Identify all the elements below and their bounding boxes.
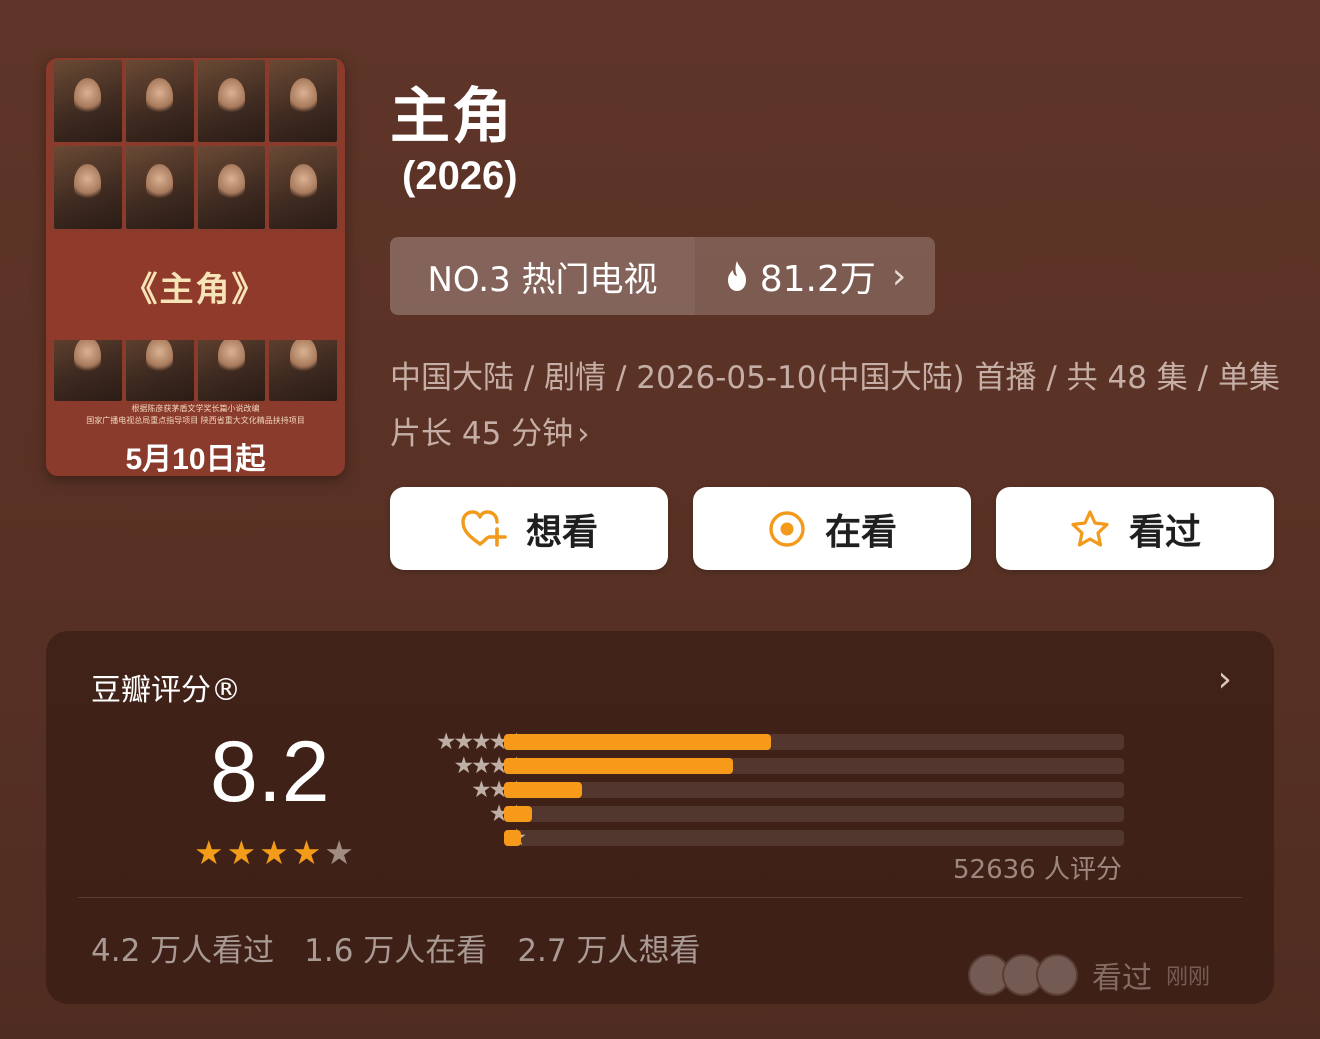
- rating-card-title: 豆瓣评分®: [91, 673, 241, 708]
- distribution-bar-track: [504, 830, 1124, 846]
- chevron-right-icon: ›: [577, 416, 590, 452]
- target-circle-icon: [767, 509, 807, 549]
- distribution-bar-track: [504, 758, 1124, 774]
- friend-activity[interactable]: 看过 刚刚: [968, 953, 1210, 997]
- rating-distribution-row: ★★: [384, 803, 1164, 827]
- rank-badge[interactable]: NO.3 热门电视 81.2万 ›: [390, 237, 935, 315]
- star-filled-icon: ★: [194, 833, 224, 872]
- star-filled-icon: ★: [259, 833, 289, 872]
- distribution-bar-fill: [504, 758, 734, 774]
- show-year: (2026): [402, 154, 518, 198]
- cast-photo: [54, 146, 122, 229]
- watched-button[interactable]: 看过: [996, 487, 1274, 570]
- want-to-watch-label: 想看: [525, 511, 598, 553]
- rating-distribution: ★★★★★★★★★★★★★★★: [384, 731, 1164, 851]
- heat-value: 81.2万: [759, 259, 876, 300]
- meta-text: 中国大陆 / 剧情 / 2026-05-10(中国大陆) 首播 / 共 48 集…: [390, 360, 1280, 452]
- rating-stars: ★ ★ ★ ★ ★: [194, 836, 354, 869]
- cast-photo: [269, 146, 337, 229]
- action-buttons: 想看 在看 看过: [390, 487, 1274, 570]
- rating-distribution-row: ★★★: [384, 779, 1164, 803]
- fire-icon: [724, 260, 750, 292]
- cast-photo: [197, 60, 266, 143]
- distribution-bar-fill: [504, 830, 522, 846]
- rating-score: 8.2: [210, 724, 330, 820]
- distribution-bar-fill: [504, 734, 771, 750]
- rating-distribution-row: ★: [384, 827, 1164, 851]
- heat-value-group[interactable]: 81.2万 ›: [695, 237, 935, 315]
- audience-stats: 4.2 万人看过 1.6 万人在看 2.7 万人想看: [91, 925, 700, 970]
- cast-photo: [54, 60, 122, 143]
- rating-distribution-row: ★★★★: [384, 755, 1164, 779]
- show-title: 主角: [390, 82, 514, 152]
- stat-watching: 1.6 万人在看: [304, 933, 488, 969]
- star-filled-icon: ★: [226, 833, 257, 872]
- distribution-bar-track: [504, 782, 1124, 798]
- watched-label: 看过: [1128, 511, 1201, 553]
- douban-rating-card[interactable]: 豆瓣评分® › 8.2 ★★★★★ ★★★★★★★★★★★★★★★ 52636 …: [46, 631, 1274, 1004]
- rank-label: NO.3 热门电视: [390, 237, 695, 315]
- rating-distribution-row: ★★★★★: [384, 731, 1164, 755]
- poster-credits-line: 根据陈彦获茅盾文学奖长篇小说改编: [131, 404, 260, 413]
- watching-label: 在看: [824, 511, 897, 553]
- avatar-group: [968, 954, 1078, 996]
- poster-title-band: 《主角》: [46, 232, 345, 340]
- activity-time: 刚刚: [1166, 965, 1211, 990]
- stat-watched: 4.2 万人看过: [91, 933, 275, 969]
- poster-cast-grid: [54, 58, 337, 401]
- star-empty-icon: ★: [324, 833, 354, 872]
- poster-image[interactable]: 《主角》 根据陈彦获茅盾文学奖长篇小说改编 国家广播电视总局重点指导项目 陕西省…: [46, 58, 345, 476]
- poster-title: 《主角》: [123, 269, 268, 310]
- divider: [78, 897, 1242, 898]
- cast-photo: [125, 60, 194, 143]
- stat-want: 2.7 万人想看: [517, 933, 701, 969]
- distribution-bar-fill: [504, 782, 582, 798]
- cast-photo: [269, 60, 337, 143]
- activity-label: 看过: [1092, 961, 1152, 996]
- distribution-bar-track: [504, 734, 1124, 750]
- poster-date: 5月10日起: [125, 443, 266, 476]
- distribution-bar-fill: [504, 806, 532, 822]
- cast-photo: [197, 146, 266, 229]
- heart-plus-icon: [460, 509, 508, 549]
- chevron-right-icon[interactable]: ›: [1218, 659, 1232, 700]
- star-outline-icon: [1069, 509, 1111, 549]
- poster-credits: 根据陈彦获茅盾文学奖长篇小说改编 国家广播电视总局重点指导项目 陕西省重大文化精…: [46, 403, 345, 427]
- poster-credits-line: 国家广播电视总局重点指导项目 陕西省重大文化精品扶持项目: [86, 416, 305, 425]
- distribution-bar-track: [504, 806, 1124, 822]
- watching-button[interactable]: 在看: [693, 487, 971, 570]
- show-meta-info[interactable]: 中国大陆 / 剧情 / 2026-05-10(中国大陆) 首播 / 共 48 集…: [390, 350, 1280, 462]
- rating-count: 52636 人评分: [953, 855, 1122, 885]
- chevron-right-icon: ›: [891, 255, 907, 297]
- star-filled-icon: ★: [291, 833, 322, 872]
- cast-photo: [125, 146, 194, 229]
- want-to-watch-button[interactable]: 想看: [390, 487, 668, 570]
- avatar: [1036, 954, 1078, 996]
